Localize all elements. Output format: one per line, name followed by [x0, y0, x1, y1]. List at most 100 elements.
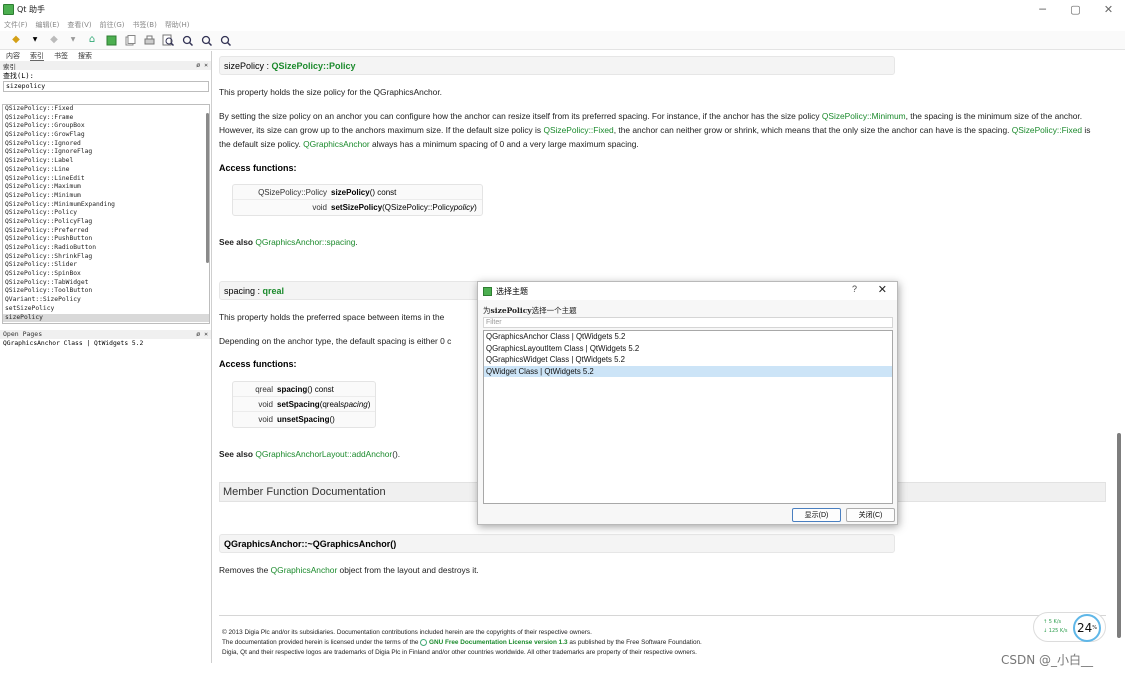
desc-text: object from the layout and destroys it.	[337, 565, 479, 575]
help-button[interactable]: ?	[852, 284, 857, 294]
index-list-item[interactable]: QSizePolicy::MinimumExpanding	[3, 201, 209, 210]
link-qsizepolicy-fixed[interactable]: QSizePolicy::Fixed	[543, 125, 613, 135]
link-qgraphicsanchor[interactable]: QGraphicsAnchor	[303, 139, 370, 149]
index-list-item[interactable]: QSizePolicy::Line	[3, 166, 209, 175]
toolbar: ◆ ▼ ◆ ▼ ⌂	[0, 31, 1125, 50]
index-list-item[interactable]: QSizePolicy::TabWidget	[3, 279, 209, 288]
index-list-item[interactable]: setSizePolicy	[3, 305, 209, 314]
prompt-text: 选择一个主题	[531, 306, 577, 315]
property-type-link[interactable]: QSizePolicy::Policy	[272, 61, 356, 71]
menu-go[interactable]: 前往(G)	[100, 20, 125, 30]
home-icon[interactable]: ⌂	[86, 34, 98, 46]
menu-help[interactable]: 帮助(H)	[165, 20, 190, 30]
topic-list-item-selected[interactable]: QWidget Class | QtWidgets 5.2	[484, 365, 892, 377]
menu-file[interactable]: 文件(F)	[4, 20, 28, 30]
index-list-item[interactable]: QSizePolicy::Minimum	[3, 192, 209, 201]
show-button[interactable]: 显示(D)	[792, 508, 841, 522]
index-list-item[interactable]: QVariant::SizePolicy	[3, 296, 209, 305]
cpu-usage-ring: 24%	[1073, 614, 1101, 642]
copy-icon[interactable]	[124, 34, 136, 46]
function-name-link[interactable]: unsetSpacing	[277, 415, 329, 424]
tab-contents[interactable]: 内容	[6, 51, 20, 61]
menu-bookmarks[interactable]: 书签(B)	[133, 20, 157, 30]
topic-list-item[interactable]: QGraphicsAnchor Class | QtWidgets 5.2	[484, 331, 892, 343]
footer-text: The documentation provided herein is lic…	[222, 639, 419, 646]
zoom-reset-icon[interactable]	[219, 34, 231, 46]
dialog-title-bar: 选择主题 ? ✕	[478, 282, 897, 300]
access-functions-heading: Access functions:	[219, 359, 297, 369]
index-list-item[interactable]: QSizePolicy::LineEdit	[3, 175, 209, 184]
open-pages-float-close-icon[interactable]: ø ×	[196, 330, 208, 339]
index-list-item[interactable]: QSizePolicy::Fixed	[3, 105, 209, 114]
print-icon[interactable]	[143, 34, 155, 46]
function-name-link[interactable]: setSpacing	[277, 400, 320, 409]
dialog-close-button[interactable]: ✕	[878, 283, 887, 296]
topic-list-item[interactable]: QGraphicsLayoutItem Class | QtWidgets 5.…	[484, 343, 892, 355]
index-list-item[interactable]: QSizePolicy::Ignored	[3, 140, 209, 149]
link-qsizepolicy-fixed-2[interactable]: QSizePolicy::Fixed	[1012, 125, 1082, 135]
topic-list-item[interactable]: QGraphicsWidget Class | QtWidgets 5.2	[484, 354, 892, 366]
content-scrollbar[interactable]	[1112, 51, 1125, 668]
prompt-text: 为	[483, 306, 491, 315]
function-arg-name: policy	[453, 203, 475, 212]
index-list-item[interactable]: sizePolicy	[3, 313, 209, 323]
close-dialog-button[interactable]: 关闭(C)	[846, 508, 895, 522]
index-search-input[interactable]: sizepolicy	[3, 81, 209, 92]
tab-search[interactable]: 搜索	[78, 51, 92, 61]
upload-speed: ↑ 5 K/s	[1043, 619, 1062, 625]
zoom-in-icon[interactable]	[181, 34, 193, 46]
function-name-link[interactable]: sizePolicy	[331, 188, 370, 197]
index-list-item[interactable]: QSizePolicy::Preferred	[3, 227, 209, 236]
index-list-item[interactable]: QSizePolicy::PolicyFlag	[3, 218, 209, 227]
index-list-item[interactable]: QSizePolicy::Policy	[3, 209, 209, 218]
network-speed-widget[interactable]: ↑ 5 K/s ↓ 125 K/s 24%	[1033, 612, 1106, 642]
link-qsizepolicy-minimum[interactable]: QSizePolicy::Minimum	[822, 111, 906, 121]
forward-dropdown-icon[interactable]: ▼	[67, 34, 79, 46]
gnu-license-link[interactable]: GNU Free Documentation License version 1…	[429, 639, 568, 646]
index-list-item[interactable]: QSizePolicy::Frame	[3, 114, 209, 123]
index-list-item[interactable]: QSizePolicy::GroupBox	[3, 122, 209, 131]
link-qgraphicsanchor-spacing[interactable]: QGraphicsAnchor::spacing	[255, 237, 355, 247]
desc-text: Removes the	[219, 565, 271, 575]
index-list-item[interactable]: QSizePolicy::IgnoreFlag	[3, 148, 209, 157]
zoom-out-icon[interactable]	[200, 34, 212, 46]
property-type-link[interactable]: qreal	[263, 286, 285, 296]
tab-index[interactable]: 索引	[30, 51, 44, 61]
back-icon[interactable]: ◆	[10, 34, 22, 46]
link-qgraphicsanchor-dtor[interactable]: QGraphicsAnchor	[271, 565, 338, 575]
topic-filter-input[interactable]: Filter	[483, 317, 893, 328]
open-page-item[interactable]: QGraphicsAnchor Class | QtWidgets 5.2	[0, 339, 211, 348]
index-list-item[interactable]: QSizePolicy::GrowFlag	[3, 131, 209, 140]
index-list-item[interactable]: QSizePolicy::Slider	[3, 261, 209, 270]
sync-icon[interactable]	[105, 34, 117, 46]
minimize-button[interactable]: ─	[1026, 0, 1059, 19]
window-controls: ─ ▢ ✕	[1026, 0, 1125, 19]
index-list-item[interactable]: QSizePolicy::ToolButton	[3, 287, 209, 296]
link-addanchor[interactable]: QGraphicsAnchorLayout::addAnchor	[255, 449, 392, 459]
index-list-item[interactable]: QSizePolicy::SpinBox	[3, 270, 209, 279]
index-list-item[interactable]: QSizePolicy::ShrinkFlag	[3, 253, 209, 262]
index-list-item[interactable]: QSizePolicy::PushButton	[3, 235, 209, 244]
index-list[interactable]: QSizePolicy::Fixed QSizePolicy::Frame QSiz…	[2, 104, 210, 324]
function-name-link[interactable]: setSizePolicy	[331, 203, 382, 212]
menu-view[interactable]: 查看(V)	[67, 20, 91, 30]
maximize-button[interactable]: ▢	[1059, 0, 1092, 19]
footer-divider	[219, 615, 1106, 616]
content-scroll-thumb[interactable]	[1117, 433, 1121, 638]
open-pages-title: Open Pages	[3, 330, 43, 338]
tab-bookmarks[interactable]: 书签	[54, 51, 68, 61]
find-icon[interactable]	[162, 34, 174, 46]
function-name-link[interactable]: spacing	[277, 385, 307, 394]
index-list-item[interactable]: QSizePolicy::RadioButton	[3, 244, 209, 253]
forward-icon[interactable]: ◆	[48, 34, 60, 46]
access-functions-table: QSizePolicy::Policy sizePolicy() const v…	[232, 184, 483, 216]
index-list-item[interactable]: QSizePolicy::Label	[3, 157, 209, 166]
panel-float-close-icon[interactable]: ø ×	[196, 61, 208, 70]
index-list-item[interactable]: QSizePolicy::Maximum	[3, 183, 209, 192]
index-scrollbar[interactable]	[206, 113, 209, 263]
menu-edit[interactable]: 编辑(E)	[36, 20, 60, 30]
back-dropdown-icon[interactable]: ▼	[29, 34, 41, 46]
left-tabs: 内容 索引 书签 搜索	[0, 51, 211, 61]
topic-list[interactable]: QGraphicsAnchor Class | QtWidgets 5.2 QG…	[483, 330, 893, 504]
close-window-button[interactable]: ✕	[1092, 0, 1125, 19]
